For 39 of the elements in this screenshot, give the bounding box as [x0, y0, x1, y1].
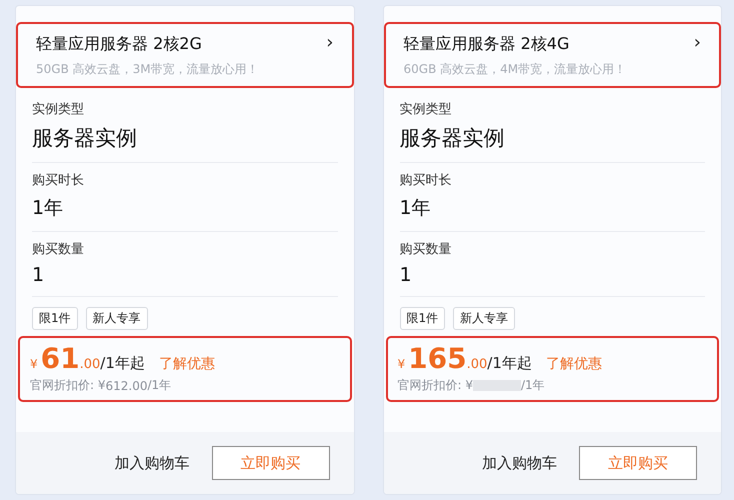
price-decimal: .00 — [80, 357, 100, 372]
price-integer: 165 — [408, 342, 467, 375]
product-title: 轻量应用服务器 2核4G — [404, 34, 570, 55]
price-decimal: .00 — [466, 357, 488, 372]
list-price-label: 官网折扣价: ¥ — [30, 377, 106, 394]
price-unit: /1年起 — [100, 354, 145, 373]
currency-symbol: ¥ — [398, 357, 406, 371]
field-label: 购买数量 — [32, 241, 85, 258]
field-label: 购买时长 — [400, 172, 452, 189]
field-value: 1年 — [400, 196, 432, 221]
price-unit: /1年起 — [487, 354, 532, 373]
product-subtitle: 50GB 高效云盘，3M带宽，流量放心用！ — [36, 61, 260, 78]
product-title: 轻量应用服务器 2核2G — [36, 34, 203, 55]
list-price-amount: 612.00 — [106, 378, 148, 392]
tag: 限1件 — [400, 307, 446, 330]
field-label: 购买数量 — [400, 241, 452, 258]
list-price-unit: /1年 — [521, 377, 545, 394]
field-value: 1年 — [32, 196, 64, 221]
product-header[interactable]: 轻量应用服务器 2核2G › 50GB 高效云盘，3M带宽，流量放心用！ — [16, 22, 354, 88]
field-label: 实例类型 — [400, 101, 452, 118]
product-header[interactable]: 轻量应用服务器 2核4G › 60GB 高效云盘，4M带宽，流量放心用！ — [384, 22, 721, 88]
tag: 新人专享 — [86, 307, 148, 330]
tag: 限1件 — [32, 307, 78, 330]
tag: 新人专享 — [453, 307, 516, 330]
currency-symbol: ¥ — [30, 357, 38, 371]
price-integer: 61 — [40, 342, 80, 375]
field-label: 实例类型 — [32, 101, 85, 118]
field-value: 服务器实例 — [32, 125, 138, 152]
product-subtitle: 60GB 高效云盘，4M带宽，流量放心用！ — [404, 61, 628, 78]
chevron-icon: › — [326, 34, 334, 55]
field-value: 1 — [32, 264, 46, 286]
field-value: 1 — [400, 264, 413, 286]
add-to-cart-button[interactable]: 加入购物车 — [476, 452, 563, 474]
list-price-label: 官网折扣价: ¥ — [398, 377, 473, 394]
field-value: 服务器实例 — [400, 125, 506, 152]
add-to-cart-button[interactable]: 加入购物车 — [108, 452, 196, 474]
field-label: 购买时长 — [32, 172, 85, 189]
chevron-icon: › — [694, 34, 701, 55]
list-price-unit: /1年 — [148, 377, 172, 394]
